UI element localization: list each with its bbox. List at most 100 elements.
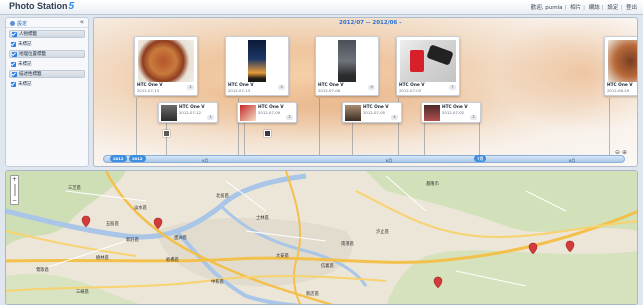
- month-label: 9月: [202, 158, 209, 163]
- timeline-panel: 2012/07 -- 2012/06 - HTC One V 2012-07-1…: [93, 17, 638, 167]
- photo-count-badge: 7: [449, 85, 456, 90]
- month-label: 8月: [386, 158, 393, 163]
- timeline-scrubber[interactable]: 2012 2012 7月 9月 8月 6月: [103, 155, 625, 163]
- sidebar-settings-label: 設定: [17, 21, 28, 27]
- photo-thumbnail[interactable]: [345, 105, 361, 121]
- photo-card[interactable]: HTC One V 2012-07-03 7: [396, 36, 460, 96]
- photo-count-badge: 1: [207, 115, 214, 120]
- photo-marker[interactable]: [163, 130, 170, 137]
- photo-card-small[interactable]: HTC One V 2012-07-09 2: [237, 102, 297, 123]
- photo-card[interactable]: HTC One V 2012-07-06 3: [315, 36, 379, 96]
- photo-date: 2012-07-13: [228, 88, 251, 93]
- checkbox-icon[interactable]: [11, 41, 16, 47]
- map-place-label: 新莊區: [126, 238, 139, 243]
- item-label: 未標記: [18, 62, 32, 67]
- photo-count-badge: 3: [278, 85, 285, 90]
- photo-count-badge: 2: [470, 115, 477, 120]
- blog-link[interactable]: 網誌: [589, 5, 600, 11]
- photo-thumbnail[interactable]: [248, 40, 266, 82]
- photo-thumbnail[interactable]: [161, 105, 177, 121]
- photo-thumbnail[interactable]: [424, 105, 440, 121]
- checkbox-icon[interactable]: [12, 31, 17, 37]
- map-zoom-out-button[interactable]: −: [11, 197, 18, 204]
- map-place-label: 鶯歌區: [36, 268, 49, 273]
- photo-date: 2012-07-02: [442, 110, 465, 115]
- map-place-label: 樹林區: [96, 256, 109, 261]
- sidebar-settings-button[interactable]: 設定: [10, 20, 27, 27]
- red-device-image: [410, 50, 424, 72]
- app-name: Photo Station: [9, 1, 68, 11]
- photo-date: 2012-07-06: [318, 88, 341, 93]
- photo-date: 2012-07-05: [363, 110, 386, 115]
- photo-card-small[interactable]: HTC One V 2012-07-05 4: [342, 102, 402, 123]
- map-place-label: 淡水區: [134, 206, 147, 211]
- tag-sidebar: 設定 « 人物標籤 未標記 地理位置標籤 未標記 描述性標籤 未標記: [5, 17, 89, 167]
- map-place-label: 蘆洲區: [174, 236, 187, 241]
- item-label: 未標記: [18, 82, 32, 87]
- photo-card[interactable]: HTC One V 2012-07-13 3: [225, 36, 289, 96]
- timeline-connector: [166, 118, 167, 158]
- item-label: 未標記: [18, 42, 32, 47]
- map-place-label: 大安區: [276, 254, 289, 259]
- sidebar-item-untagged-people[interactable]: 未標記: [9, 40, 85, 48]
- map-place-label: 三峽區: [76, 290, 89, 295]
- map-zoom-in-button[interactable]: +: [11, 176, 18, 183]
- collapse-sidebar-button[interactable]: «: [80, 18, 84, 27]
- map-zoom-slider[interactable]: [13, 184, 16, 196]
- sunglasses-image: [426, 44, 454, 66]
- checkbox-icon[interactable]: [12, 71, 17, 77]
- map-place-label: 汐止區: [376, 230, 389, 235]
- photo-date: 2012-06-29: [607, 88, 630, 93]
- photo-card[interactable]: HTC One V 2012-07-13 2: [134, 36, 198, 96]
- map-view[interactable]: + − 三芝區 淡水區 北投區 士林區 汐止區 基隆市 大安區 中和區 信義區 …: [5, 170, 638, 305]
- photo-thumbnail[interactable]: [138, 40, 194, 82]
- sidebar-item-untagged-location[interactable]: 未標記: [9, 60, 85, 68]
- map-place-label: 五股區: [106, 222, 119, 227]
- photo-count-badge: 3: [368, 85, 375, 90]
- checkbox-icon[interactable]: [11, 81, 16, 87]
- photo-marker[interactable]: [264, 130, 271, 137]
- photo-date: 2012-07-09: [258, 110, 281, 115]
- map-place-label: 信義區: [321, 264, 334, 269]
- checkbox-icon[interactable]: [11, 61, 16, 67]
- photo-thumbnail[interactable]: [338, 40, 356, 82]
- photo-date: 2012-07-13: [137, 88, 160, 93]
- timeline-connector: [136, 98, 137, 158]
- photos-link[interactable]: 相片: [570, 5, 581, 11]
- photo-card-small[interactable]: HTC One V 2012-07-12 1: [158, 102, 218, 123]
- map-place-label: 板橋區: [166, 258, 179, 263]
- sidebar-header: 設定 «: [6, 18, 88, 28]
- map-place-label: 中和區: [211, 280, 224, 285]
- group-label: 描述性標籤: [19, 72, 42, 77]
- sidebar-group-people[interactable]: 人物標籤: [9, 30, 85, 38]
- year-pill[interactable]: 2012: [110, 155, 127, 162]
- photo-count-badge: 2: [286, 115, 293, 120]
- top-bar: Photo Station5 歡迎, pumla | 相片 | 網誌 | 設定 | 登出: [0, 0, 643, 15]
- logout-link[interactable]: 登出: [626, 5, 637, 11]
- map-place-label: 三芝區: [68, 186, 81, 191]
- photo-thumbnail[interactable]: [240, 105, 256, 121]
- photo-card-small[interactable]: HTC One V 2012-07-02 2: [421, 102, 481, 123]
- sidebar-item-untagged-descriptive[interactable]: 未標記: [9, 80, 85, 88]
- timeline-connector: [424, 118, 425, 158]
- user-links: 歡迎, pumla | 相片 | 網誌 | 設定 | 登出: [530, 5, 637, 11]
- group-label: 人物標籤: [19, 32, 37, 37]
- photo-thumbnail[interactable]: [400, 40, 456, 82]
- timeline-connector: [609, 98, 610, 158]
- app-version-mark: 5: [68, 1, 75, 12]
- sidebar-group-location[interactable]: 地理位置標籤: [9, 50, 85, 58]
- checkbox-icon[interactable]: [12, 51, 17, 57]
- timeline-connector: [352, 118, 353, 158]
- photo-count-badge: 4: [391, 115, 398, 120]
- welcome-user-link[interactable]: 歡迎, pumla: [531, 5, 563, 11]
- month-pill[interactable]: 7月: [474, 155, 487, 162]
- map-canvas[interactable]: [6, 171, 638, 305]
- app-title: Photo Station5: [9, 1, 74, 12]
- map-place-label: 北投區: [216, 194, 229, 199]
- photo-thumbnail[interactable]: [608, 40, 637, 82]
- sidebar-group-descriptive[interactable]: 描述性標籤: [9, 70, 85, 78]
- map-place-label: 士林區: [256, 216, 269, 221]
- year-pill[interactable]: 2012: [129, 155, 146, 162]
- settings-link[interactable]: 設定: [607, 5, 618, 11]
- photo-card[interactable]: HTC One V 2012-06-29: [604, 36, 637, 96]
